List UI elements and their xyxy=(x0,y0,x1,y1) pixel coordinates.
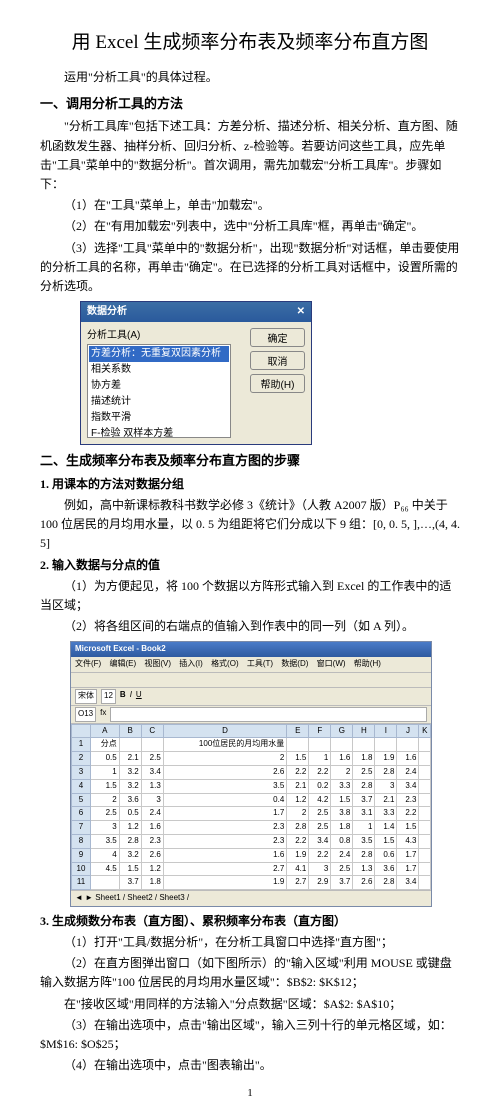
intro-text: 运用"分析工具"的具体过程。 xyxy=(40,68,460,87)
help-button[interactable]: 帮助(H) xyxy=(250,374,305,393)
menu-window[interactable]: 窗口(W) xyxy=(317,659,346,668)
step-2-heading: 2. 输入数据与分点的值 xyxy=(40,556,460,575)
section-1-heading: 一、调用分析工具的方法 xyxy=(40,94,460,115)
step-3a-text: （1）打开"工具/数据分析"，在分析工具窗口中选择"直方图"； xyxy=(40,933,460,952)
menu-tools[interactable]: 工具(T) xyxy=(247,659,273,668)
italic-button[interactable]: I xyxy=(130,689,132,704)
step-1-text: 例如，高中新课标教科书数学必修 3《统计》（人教 A2007 版）P₆₆ 中关于… xyxy=(40,496,460,554)
close-icon[interactable]: ✕ xyxy=(297,304,305,320)
page-title: 用 Excel 生成频率分布表及频率分布直方图 xyxy=(40,28,460,58)
section-1-step2: （2）在"有用加载宏"列表中，选中"分析工具库"框，再单击"确定"。 xyxy=(40,217,460,236)
excel-titlebar: Microsoft Excel - Book2 xyxy=(71,642,431,657)
section-1-step1: （1）在"工具"菜单上，单击"加载宏"。 xyxy=(40,196,460,215)
size-selector[interactable]: 12 xyxy=(101,689,116,704)
data-analysis-dialog: 数据分析 ✕ 分析工具(A) 方差分析：无重复双因素分析 相关系数 协方差 描述… xyxy=(80,301,312,445)
step-2b-text: （2）将各组区间的右端点的值输入到作表中的同一列（如 A 列）。 xyxy=(40,617,460,636)
page-number: 1 xyxy=(40,1085,460,1103)
font-selector[interactable]: 宋体 xyxy=(75,689,97,704)
list-item[interactable]: 描述统计 xyxy=(89,394,229,410)
menu-insert[interactable]: 插入(I) xyxy=(179,659,203,668)
menu-format[interactable]: 格式(O) xyxy=(211,659,239,668)
step-3-heading: 3. 生成频数分布表（直方图）、累积频率分布表（直方图） xyxy=(40,912,460,931)
excel-toolbar[interactable] xyxy=(71,673,431,688)
menu-data[interactable]: 数据(D) xyxy=(281,659,308,668)
list-item[interactable]: 方差分析：无重复双因素分析 xyxy=(89,346,229,362)
analysis-tools-listbox[interactable]: 方差分析：无重复双因素分析 相关系数 协方差 描述统计 指数平滑 F-检验 双样… xyxy=(87,344,231,438)
section-1-step3: （3）选择"工具"菜单中的"数据分析"，出现"数据分析"对话框，单击要使用的分析… xyxy=(40,239,460,297)
cancel-button[interactable]: 取消 xyxy=(250,351,305,370)
name-box[interactable]: O13 xyxy=(75,707,96,722)
excel-window: Microsoft Excel - Book2 文件(F) 编辑(E) 视图(V… xyxy=(70,641,432,907)
excel-format-bar[interactable]: 宋体 12 B I U xyxy=(71,688,431,706)
ok-button[interactable]: 确定 xyxy=(250,328,305,347)
excel-grid[interactable]: ABCDEFGHIJK1分点100位居民的月均用水量20.52.12.521.5… xyxy=(71,724,431,891)
dialog-titlebar: 数据分析 ✕ xyxy=(81,302,311,322)
dialog-list-label: 分析工具(A) xyxy=(87,328,244,344)
excel-sheet-tabs[interactable]: ◄ ► Sheet1 / Sheet2 / Sheet3 / xyxy=(71,890,431,906)
menu-view[interactable]: 视图(V) xyxy=(144,659,171,668)
menu-file[interactable]: 文件(F) xyxy=(75,659,101,668)
excel-formula-bar[interactable]: O13 fx xyxy=(71,706,431,724)
dialog-title-text: 数据分析 xyxy=(87,304,127,320)
section-1-p1: "分析工具库"包括下述工具：方差分析、描述分析、相关分析、直方图、随机函数发生器… xyxy=(40,117,460,194)
section-2-heading: 二、生成频率分布表及频率分布直方图的步骤 xyxy=(40,451,460,472)
underline-button[interactable]: U xyxy=(136,689,142,704)
step-3e-text: （4）在输出选项中，点击"图表输出"。 xyxy=(40,1056,460,1075)
step-1-heading: 1. 用课本的方法对数据分组 xyxy=(40,475,460,494)
menu-help[interactable]: 帮助(H) xyxy=(354,659,381,668)
list-item[interactable]: 指数平滑 xyxy=(89,410,229,426)
bold-button[interactable]: B xyxy=(120,689,126,704)
list-item[interactable]: 相关系数 xyxy=(89,362,229,378)
list-item[interactable]: 协方差 xyxy=(89,378,229,394)
step-3d-text: （3）在输出选项中，点击"输出区域"，输入三列十行的单元格区域，如：$M$16:… xyxy=(40,1016,460,1054)
step-2a-text: （1）为方便起见，将 100 个数据以方阵形式输入到 Excel 的工作表中的适… xyxy=(40,577,460,615)
excel-menubar[interactable]: 文件(F) 编辑(E) 视图(V) 插入(I) 格式(O) 工具(T) 数据(D… xyxy=(71,657,431,673)
step-3c-text: 在"接收区域"用同样的方法输入"分点数据"区域：$A$2: $A$10； xyxy=(40,995,460,1014)
list-item[interactable]: F-检验 双样本方差 xyxy=(89,426,229,438)
formula-input[interactable] xyxy=(110,707,427,722)
step-3b-text: （2）在直方图弹出窗口（如下图所示）的"输入区域"利用 MOUSE 或键盘输入数… xyxy=(40,954,460,992)
menu-edit[interactable]: 编辑(E) xyxy=(109,659,136,668)
